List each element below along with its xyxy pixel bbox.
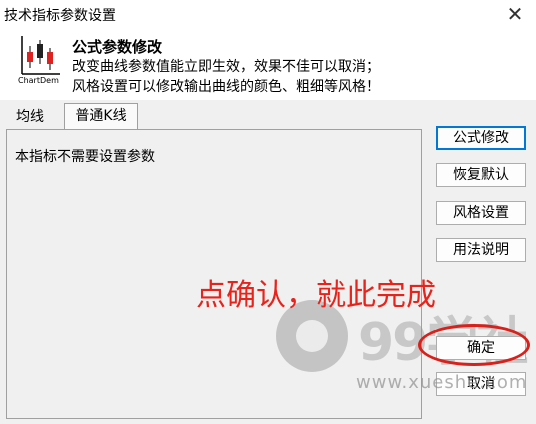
close-button[interactable]: ✕ bbox=[502, 2, 528, 26]
annotation-highlight-ellipse bbox=[418, 324, 530, 366]
logo-label: ChartDem bbox=[18, 76, 59, 85]
title-bar: 技术指标参数设置 ✕ bbox=[0, 0, 536, 30]
window-title: 技术指标参数设置 bbox=[4, 8, 116, 24]
chart-logo-icon bbox=[21, 36, 60, 75]
annotation-text: 点确认，就此完成 bbox=[196, 278, 436, 313]
restore-default-button[interactable]: 恢复默认 bbox=[436, 163, 526, 187]
style-settings-button[interactable]: 风格设置 bbox=[436, 201, 526, 225]
tab-moving-average[interactable]: 均线 bbox=[6, 105, 54, 129]
formula-edit-button[interactable]: 公式修改 bbox=[436, 126, 526, 150]
header-title: 公式参数修改 bbox=[72, 38, 163, 56]
header-desc-line2: 风格设置可以修改输出曲线的颜色、粗细等风格！ bbox=[72, 79, 380, 95]
header-desc-line1: 改变曲线参数值能立即生效，效果不佳可以取消； bbox=[72, 59, 380, 75]
usage-help-button[interactable]: 用法说明 bbox=[436, 238, 526, 262]
header-panel: ChartDem 公式参数修改 改变曲线参数值能立即生效，效果不佳可以取消； 风… bbox=[0, 30, 536, 100]
watermark-url: www.xueshe.com bbox=[356, 372, 528, 393]
no-params-message: 本指标不需要设置参数 bbox=[15, 149, 155, 165]
tab-normal-kline[interactable]: 普通K线 bbox=[64, 103, 138, 131]
